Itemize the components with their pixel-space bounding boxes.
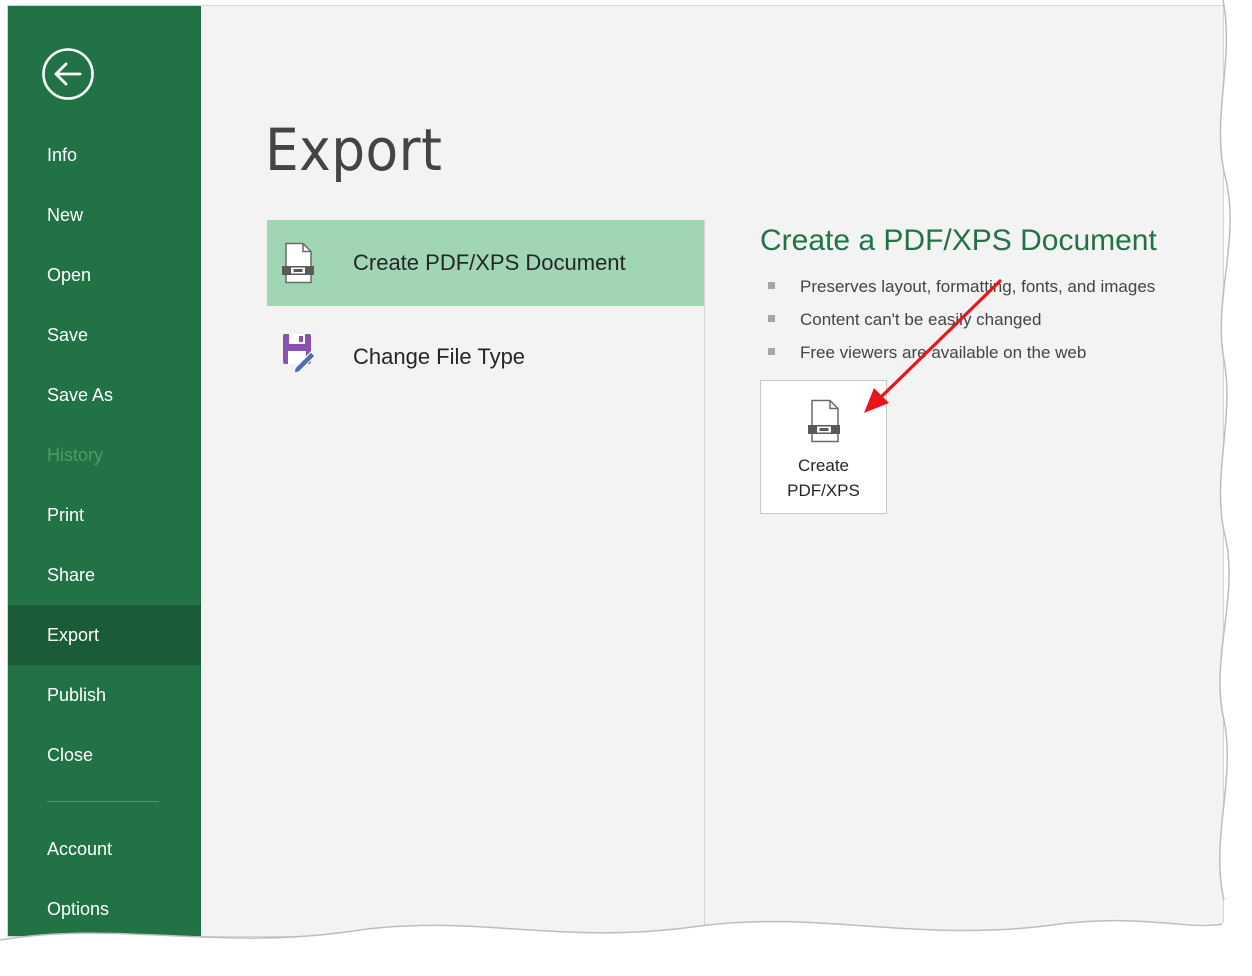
- bullet-item: Preserves layout, formatting, fonts, and…: [768, 270, 1155, 303]
- sidebar-item-label: Account: [47, 839, 113, 859]
- sidebar-item-label: Export: [47, 625, 100, 645]
- sidebar-item-save-as[interactable]: Save As: [8, 365, 201, 425]
- bullet-text: Free viewers are available on the web: [800, 343, 1087, 362]
- option-label: Create PDF/XPS Document: [353, 250, 626, 275]
- create-pdf-xps-button[interactable]: Create PDF/XPS: [760, 380, 887, 514]
- bullet-item: Free viewers are available on the web: [768, 336, 1155, 369]
- bullet-square-icon: [768, 282, 775, 289]
- sidebar-item-label: Share: [47, 565, 96, 585]
- sidebar-divider: [47, 801, 159, 802]
- bullet-square-icon: [768, 315, 775, 322]
- button-label-line: Create: [797, 456, 850, 475]
- create-pdf-xps-label: Create PDF/XPS: [761, 453, 886, 503]
- pdf-document-icon: [282, 242, 314, 284]
- sidebar-item-label: Save: [47, 325, 89, 345]
- option-label: Change File Type: [353, 344, 526, 369]
- sidebar-item-new[interactable]: New: [8, 185, 201, 245]
- option-create-pdf-xps[interactable]: Create PDF/XPS Document: [267, 220, 704, 306]
- back-button[interactable]: [41, 47, 95, 101]
- sidebar-item-account[interactable]: Account: [8, 819, 201, 879]
- sidebar-item-label: Options: [47, 899, 110, 919]
- sidebar-nav: Info New Open Save Save As History Print…: [8, 125, 201, 785]
- sidebar-item-label: Open: [47, 265, 92, 285]
- sidebar-item-info[interactable]: Info: [8, 125, 201, 185]
- option-change-file-type[interactable]: Change File Type: [267, 314, 704, 400]
- sidebar-item-label: History: [47, 445, 104, 465]
- detail-title: Create a PDF/XPS Document: [760, 224, 1157, 257]
- sidebar-item-label: Close: [47, 745, 94, 765]
- sidebar-item-label: New: [47, 205, 84, 225]
- sidebar-item-label: Print: [47, 505, 85, 525]
- sidebar-item-save[interactable]: Save: [8, 305, 201, 365]
- save-edit-icon: [283, 334, 315, 372]
- bullet-text: Preserves layout, formatting, fonts, and…: [800, 277, 1156, 296]
- sidebar-item-publish[interactable]: Publish: [8, 665, 201, 725]
- sidebar-item-open[interactable]: Open: [8, 245, 201, 305]
- sidebar-item-history: History: [8, 425, 201, 485]
- export-options-list: Create PDF/XPS Document Change File Type: [267, 220, 704, 408]
- button-label-line: PDF/XPS: [787, 481, 860, 500]
- backstage-window: Info New Open Save Save As History Print…: [8, 6, 1223, 936]
- bullet-square-icon: [768, 348, 775, 355]
- sidebar-item-label: Publish: [47, 685, 107, 705]
- bullet-item: Content can't be easily changed: [768, 303, 1155, 336]
- bullet-text: Content can't be easily changed: [800, 310, 1042, 329]
- sidebar-item-close[interactable]: Close: [8, 725, 201, 785]
- detail-bullets: Preserves layout, formatting, fonts, and…: [768, 270, 1155, 369]
- sidebar-item-print[interactable]: Print: [8, 485, 201, 545]
- panel-divider: [704, 220, 705, 936]
- sidebar-item-label: Save As: [47, 385, 114, 405]
- sidebar-item-label: Info: [47, 145, 78, 165]
- sidebar-item-share[interactable]: Share: [8, 545, 201, 605]
- back-arrow-circle-icon: [42, 48, 94, 100]
- sidebar-item-options[interactable]: Options: [8, 879, 201, 936]
- pdf-document-icon: [808, 399, 840, 443]
- sidebar-nav-bottom: Account Options: [8, 819, 201, 936]
- page-title: Export: [265, 116, 443, 184]
- backstage-sidebar: Info New Open Save Save As History Print…: [8, 6, 201, 936]
- sidebar-item-export[interactable]: Export: [8, 605, 201, 665]
